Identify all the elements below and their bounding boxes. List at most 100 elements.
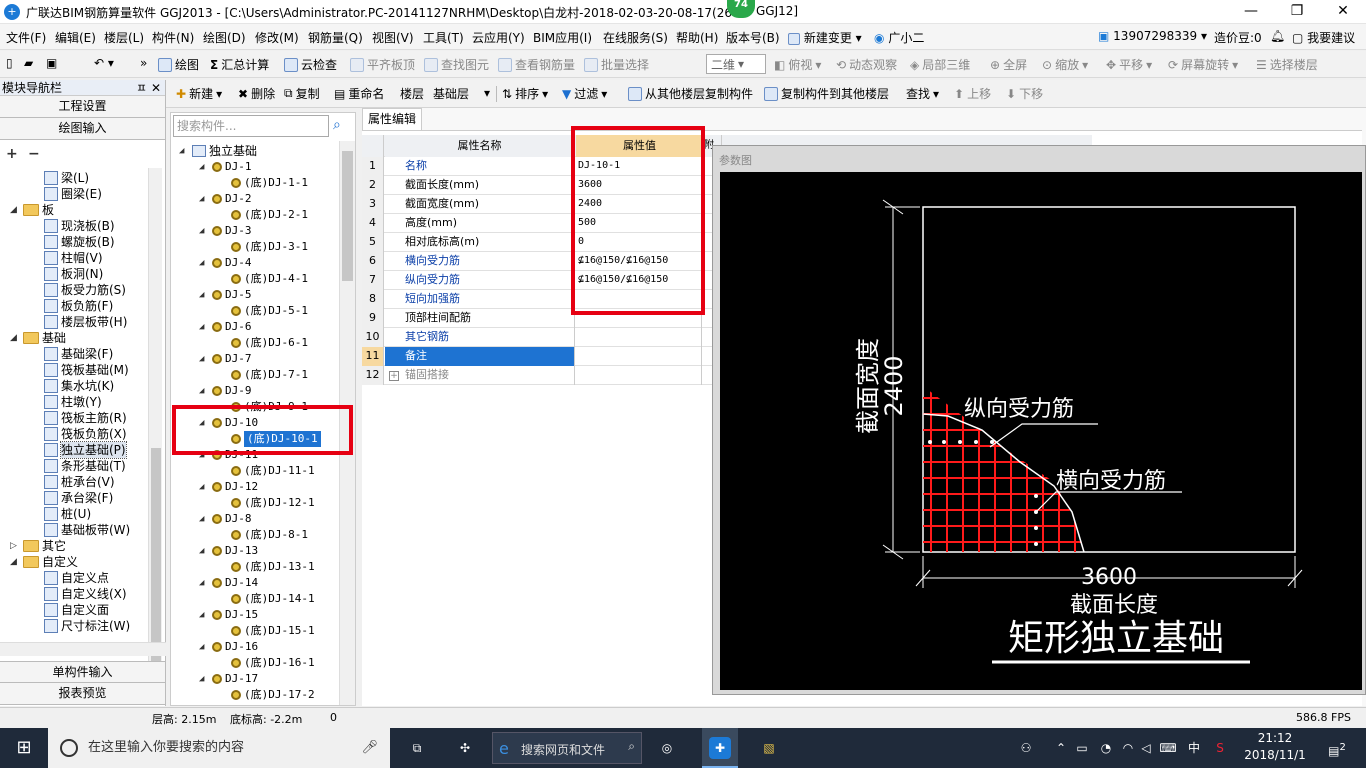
tree-node[interactable]: ◢ DJ-13 <box>199 543 258 559</box>
tree-node[interactable]: ◢ DJ-17 <box>199 671 258 687</box>
nav-item[interactable]: ◢ 板 <box>10 202 54 218</box>
menu-guangxiaoer[interactable]: ◉ 广小二 <box>874 29 924 46</box>
property-value[interactable]: 500 <box>576 214 702 233</box>
project-settings-button[interactable]: 工程设置 <box>0 96 165 118</box>
menu-file[interactable]: 文件(F) <box>6 29 46 46</box>
nav-item[interactable]: 条形基础(T) <box>44 458 126 474</box>
tree-toggle-icon[interactable]: ◢ <box>10 330 20 346</box>
menu-edit[interactable]: 编辑(E) <box>55 29 96 46</box>
tree-node[interactable]: ◢ DJ-8 <box>199 511 252 527</box>
tree-scrollbar-thumb[interactable] <box>342 151 353 281</box>
property-value[interactable] <box>576 290 702 309</box>
menu-draw[interactable]: 绘图(D) <box>203 29 246 46</box>
nav-item[interactable]: 柱墩(Y) <box>44 394 102 410</box>
tree-child-node[interactable]: (底)DJ-5-1 <box>231 303 308 319</box>
tree-child-node[interactable]: (底)DJ-12-1 <box>231 495 315 511</box>
tree-node[interactable]: ◢ DJ-6 <box>199 319 252 335</box>
people-icon[interactable]: ⚇ <box>1014 728 1038 768</box>
keyboard-icon[interactable]: ⌨ <box>1156 728 1180 768</box>
tree-child-node[interactable]: (底)DJ-8-1 <box>231 527 308 543</box>
mic-icon[interactable]: 🎤︎ <box>361 728 378 768</box>
batch-select-button[interactable]: 批量选择 <box>584 56 649 73</box>
align-top-button[interactable]: 平齐板顶 <box>350 56 415 73</box>
tree-node[interactable]: ◢ DJ-12 <box>199 479 258 495</box>
tree-child-node[interactable]: (底)DJ-13-1 <box>231 559 315 575</box>
menu-tools[interactable]: 工具(T) <box>423 29 464 46</box>
tree-node[interactable]: ◢ DJ-11 <box>199 447 258 463</box>
rename-button[interactable]: ▤ 重命名 <box>334 85 384 102</box>
nav-item[interactable]: 楼层板带(H) <box>44 314 127 330</box>
sort-button[interactable]: ⇅ 排序 ▾ <box>502 85 548 102</box>
battery-icon[interactable]: ▭ <box>1072 728 1092 768</box>
move-up-button[interactable]: ⬆ 上移 <box>954 85 991 102</box>
draw-input-button[interactable]: 绘图输入 <box>0 118 165 140</box>
tree-child-node[interactable]: (底)DJ-17-2 <box>231 687 315 703</box>
close-icon[interactable]: ✕ <box>151 80 161 96</box>
view-rebar-button[interactable]: 查看钢筋量 <box>498 56 575 73</box>
report-preview-button[interactable]: 报表预览 <box>0 683 165 705</box>
menu-version[interactable]: 版本号(B) <box>726 29 780 46</box>
search-input[interactable]: 搜索构件... <box>173 115 329 137</box>
nav-item[interactable]: 筏板基础(M) <box>44 362 129 378</box>
filter-button[interactable]: ▼ 过滤 ▾ <box>562 85 607 102</box>
tree-node[interactable]: ◢ DJ-1 <box>199 159 252 175</box>
tree-toggle-icon[interactable]: ◢ <box>199 383 209 399</box>
volume-icon[interactable]: ◁ <box>1136 728 1156 768</box>
browser-app-icon[interactable]: ◎ <box>650 728 684 768</box>
notification-center-icon[interactable]: ▤2 <box>1322 728 1352 768</box>
minimize-button[interactable]: — <box>1228 0 1274 24</box>
nav-item[interactable]: 基础板带(W) <box>44 522 130 538</box>
tree-toggle-icon[interactable]: ◢ <box>199 191 209 207</box>
sogou-icon[interactable]: S <box>1208 728 1232 768</box>
tree-node[interactable]: ◢ DJ-15 <box>199 607 258 623</box>
tree-toggle-icon[interactable]: ◢ <box>199 575 209 591</box>
nav-item[interactable]: 筏板负筋(X) <box>44 426 127 442</box>
wifi-icon[interactable]: ◠ <box>1118 728 1138 768</box>
tree-node[interactable]: ◢ DJ-10 <box>199 415 258 431</box>
fullscreen-button[interactable]: ⊕ 全屏 <box>990 56 1027 73</box>
tree-child-node[interactable]: (底)DJ-10-1 <box>231 431 321 447</box>
tree-node[interactable]: ◢ DJ-16 <box>199 639 258 655</box>
delete-button[interactable]: ✖ 删除 <box>238 85 275 102</box>
tree-child-node[interactable]: (底)DJ-15-1 <box>231 623 315 639</box>
nav-item[interactable]: 筏板主筋(R) <box>44 410 127 426</box>
nav-scrollbar[interactable] <box>148 168 162 698</box>
tree-toggle-icon[interactable]: ◢ <box>199 255 209 271</box>
tree-toggle-icon[interactable]: ◢ <box>199 287 209 303</box>
tree-toggle-icon[interactable]: ◢ <box>10 202 20 218</box>
menu-new-change[interactable]: 新建变更 ▾ <box>788 29 862 46</box>
taskbar-search[interactable]: 在这里输入你要搜索的内容 🎤︎ <box>48 728 390 768</box>
nav-item[interactable]: 圈梁(E) <box>44 186 102 202</box>
nav-item[interactable]: ◢ 基础 <box>10 330 66 346</box>
cost-beans[interactable]: 造价豆:0 <box>1214 29 1262 46</box>
tree-node[interactable]: ◢ DJ-4 <box>199 255 252 271</box>
nav-item[interactable]: 现浇板(B) <box>44 218 115 234</box>
network-icon[interactable]: ◔ <box>1096 728 1116 768</box>
property-value[interactable]: 0 <box>576 233 702 252</box>
tree-toggle-icon[interactable]: ◢ <box>199 607 209 623</box>
menu-help[interactable]: 帮助(H) <box>676 29 718 46</box>
property-value[interactable] <box>576 347 702 366</box>
floor-select[interactable]: 基础层 ▾ <box>430 83 490 103</box>
property-value[interactable]: 3600 <box>576 176 702 195</box>
new-file-icon[interactable]: ▯ <box>6 56 13 70</box>
copy-from-floor-button[interactable]: 从其他楼层复制构件 <box>628 85 753 102</box>
menu-rebar[interactable]: 钢筋量(Q) <box>308 29 363 46</box>
property-value[interactable]: ⊈16@150/⊈16@150 <box>576 271 702 290</box>
nav-hscrollbar[interactable] <box>0 642 166 656</box>
tree-toggle-icon[interactable]: ◢ <box>199 479 209 495</box>
menu-component[interactable]: 构件(N) <box>152 29 194 46</box>
tab-property-edit[interactable]: 属性编辑 <box>362 108 422 130</box>
tree-toggle-icon[interactable]: ◢ <box>199 223 209 239</box>
tree-toggle-icon[interactable]: ◢ <box>199 351 209 367</box>
menu-view[interactable]: 视图(V) <box>372 29 414 46</box>
fan-icon[interactable]: ✣ <box>448 728 482 768</box>
ime-indicator[interactable]: 中 <box>1182 728 1206 768</box>
property-value[interactable] <box>576 309 702 328</box>
menu-floor[interactable]: 楼层(L) <box>104 29 144 46</box>
tree-toggle-icon[interactable]: ◢ <box>199 415 209 431</box>
tree-node[interactable]: ◢ DJ-9 <box>199 383 252 399</box>
single-input-button[interactable]: 单构件输入 <box>0 661 165 683</box>
nav-item[interactable]: 集水坑(K) <box>44 378 114 394</box>
nav-item[interactable]: 桩承台(V) <box>44 474 115 490</box>
